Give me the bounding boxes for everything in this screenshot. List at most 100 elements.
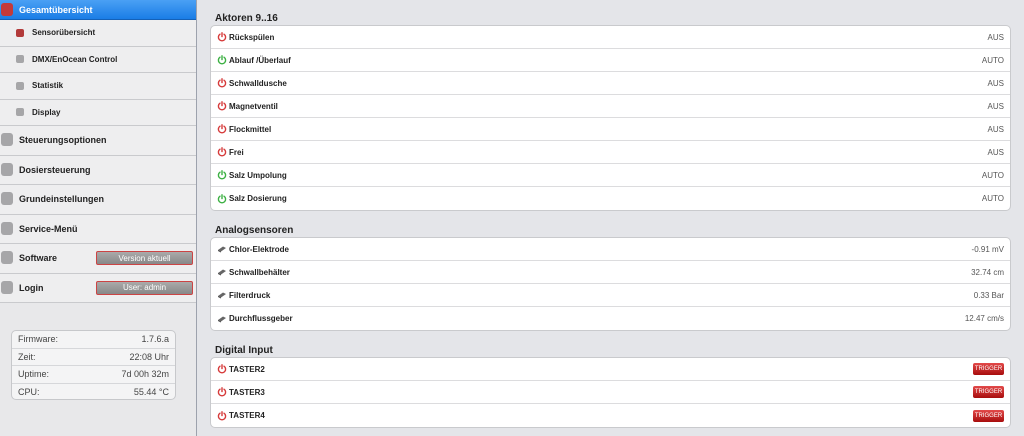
info-label: Firmware: [18, 334, 58, 345]
list-item[interactable]: TASTER2 TRIGGER [211, 358, 1010, 381]
item-label: TASTER4 [229, 411, 265, 420]
power-icon [217, 55, 227, 65]
nav-bullet-icon [1, 133, 13, 147]
list-item[interactable]: Filterdruck 0.33 Bar [211, 284, 1010, 307]
aktoren-card: Rückspülen AUS Ablauf /Überlauf AUTO Schwall… [210, 25, 1011, 211]
nav-bullet-icon [16, 28, 24, 37]
nav-statistik[interactable]: Statistik [0, 73, 196, 100]
nav-label: Statistik [32, 81, 64, 91]
nav-bullet-icon [1, 2, 13, 16]
info-value: 1.7.6.a [141, 334, 169, 345]
item-label: Magnetventil [229, 101, 278, 111]
nav-label: Service-Menü [19, 223, 78, 234]
item-label: Salz Dosierung [229, 194, 287, 203]
system-info-box: Firmware: 1.7.6.a Zeit: 22:08 Uhr Uptime… [11, 330, 176, 400]
sidebar: Gesamtübersicht Sensorübersicht DMX/EnOc… [0, 0, 197, 436]
info-value: 22:08 Uhr [129, 351, 169, 362]
list-item[interactable]: Magnetventil AUS [211, 95, 1010, 118]
item-value: -0.91 mV [971, 244, 1004, 254]
nav-sensoruebersicht[interactable]: Sensorübersicht [0, 20, 196, 47]
list-item[interactable]: Schwallbehälter 32.74 cm [211, 261, 1010, 284]
nav-steuerungsoptionen[interactable]: Steuerungsoptionen [0, 126, 196, 156]
list-item[interactable]: Rückspülen AUS [211, 26, 1010, 49]
item-value: 12.47 cm/s [964, 314, 1004, 323]
nav-dmx-enocean[interactable]: DMX/EnOcean Control [0, 46, 196, 73]
power-icon [217, 147, 227, 157]
nav-bullet-icon [1, 221, 13, 235]
list-item[interactable]: Chlor-Elektrode -0.91 mV [211, 238, 1010, 261]
info-uptime: Uptime: 7d 00h 32m [12, 366, 175, 384]
info-label: CPU: [18, 387, 40, 398]
sensor-icon [217, 314, 227, 324]
nav-dosiersteuerung[interactable]: Dosiersteuerung [0, 155, 196, 185]
info-label: Zeit: [18, 351, 36, 362]
version-button[interactable]: Version aktuell [96, 251, 193, 266]
nav-label: Login [19, 282, 44, 293]
item-label: Salz Umpolung [229, 170, 287, 180]
power-icon [217, 364, 227, 374]
item-value: 32.74 cm [971, 267, 1004, 277]
trigger-button[interactable]: TRIGGER [973, 409, 1004, 422]
power-icon [217, 193, 227, 204]
nav-bullet-icon [1, 251, 13, 265]
power-icon [217, 170, 227, 180]
list-item[interactable]: Salz Umpolung AUTO [211, 164, 1010, 187]
nav-bullet-icon [16, 108, 24, 117]
nav-label: DMX/EnOcean Control [32, 54, 118, 64]
list-item[interactable]: TASTER3 TRIGGER [211, 381, 1010, 404]
power-icon [217, 101, 227, 111]
power-icon [217, 78, 227, 88]
info-label: Uptime: [18, 369, 50, 380]
nav-bullet-icon [16, 55, 24, 64]
nav-grundeinstellungen[interactable]: Grundeinstellungen [0, 185, 196, 215]
info-firmware: Firmware: 1.7.6.a [12, 331, 175, 349]
list-item[interactable]: TASTER4 TRIGGER [211, 404, 1010, 427]
item-label: TASTER3 [229, 387, 265, 397]
nav-label: Dosiersteuerung [19, 164, 91, 175]
list-item[interactable]: Durchflussgeber 12.47 cm/s [211, 307, 1010, 330]
info-cpu: CPU: 55.44 °C [12, 384, 175, 400]
item-label: Chlor-Elektrode [229, 244, 290, 254]
power-icon [217, 124, 227, 134]
item-label: Flockmittel [229, 124, 272, 134]
sensor-icon [217, 290, 227, 300]
item-label: Schwalldusche [229, 78, 287, 88]
trigger-button[interactable]: TRIGGER [973, 386, 1004, 398]
nav-login[interactable]: Login User: admin [0, 273, 196, 303]
item-value: AUS [987, 147, 1004, 157]
analog-card: Chlor-Elektrode -0.91 mV Schwallbehälter 32… [210, 237, 1011, 331]
section-title-aktoren: Aktoren 9..16 [215, 13, 278, 24]
list-item[interactable]: Salz Dosierung AUTO [211, 187, 1010, 210]
item-value: AUTO [981, 194, 1004, 203]
item-label: Rückspülen [229, 32, 275, 42]
item-label: Frei [229, 147, 244, 157]
nav-bullet-icon [1, 280, 13, 294]
list-item[interactable]: Schwalldusche AUS [211, 72, 1010, 95]
nav-gesamtuebersicht[interactable]: Gesamtübersicht [0, 0, 196, 20]
nav-software[interactable]: Software Version aktuell [0, 244, 196, 274]
nav-bullet-icon [1, 162, 13, 176]
power-icon [217, 32, 227, 42]
user-button[interactable]: User: admin [96, 280, 193, 295]
nav-service-menu[interactable]: Service-Menü [0, 214, 196, 244]
nav-label: Software [19, 253, 58, 264]
nav-display[interactable]: Display [0, 99, 196, 126]
info-zeit: Zeit: 22:08 Uhr [12, 349, 175, 366]
item-label: Schwallbehälter [229, 267, 290, 277]
item-value: AUS [987, 124, 1004, 134]
sensor-icon [217, 244, 227, 254]
section-title-digital: Digital Input [215, 345, 273, 356]
list-item[interactable]: Ablauf /Überlauf AUTO [211, 49, 1010, 72]
list-item[interactable]: Flockmittel AUS [211, 118, 1010, 141]
info-value: 7d 00h 32m [121, 369, 169, 380]
item-value: AUTO [981, 55, 1004, 65]
main-content: Aktoren 9..16 Rückspülen AUS Ablauf /Überl… [198, 0, 1024, 436]
nav-label: Display [32, 107, 61, 117]
power-icon [217, 410, 227, 421]
list-item[interactable]: Frei AUS [211, 141, 1010, 164]
trigger-button[interactable]: TRIGGER [973, 363, 1004, 375]
nav-label: Sensorübersicht [32, 28, 96, 38]
sensor-icon [217, 267, 227, 277]
item-value: AUS [987, 32, 1004, 42]
info-value: 55.44 °C [133, 387, 169, 398]
